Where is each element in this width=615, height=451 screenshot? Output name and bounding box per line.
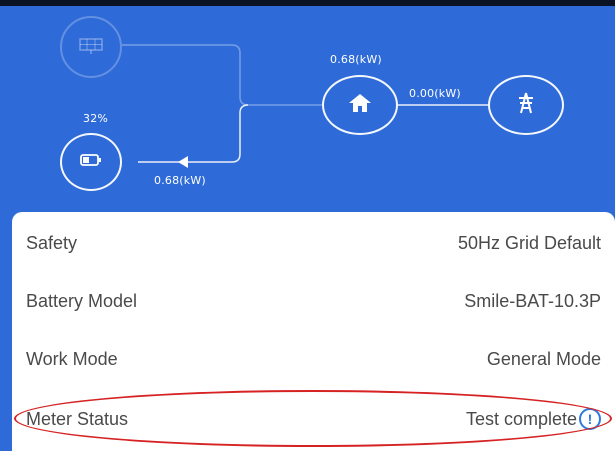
settings-row-work-mode[interactable]: Work Mode General Mode (12, 330, 615, 388)
app-screen: 32% 0.68(kW) 0.68(kW) 0.00(kW) Safety 50… (0, 0, 615, 451)
settings-row-battery-model[interactable]: Battery Model Smile-BAT-10.3P (12, 272, 615, 330)
info-icon[interactable]: ! (579, 408, 601, 430)
grid-power-label: 0.00(kW) (409, 87, 461, 100)
settings-panel: Safety 50Hz Grid Default Battery Model S… (12, 212, 615, 451)
setting-label: Meter Status (26, 408, 129, 429)
flow-arrow-icon (178, 156, 188, 168)
setting-value: 50Hz Grid Default (457, 232, 601, 253)
power-tower-icon (516, 92, 536, 119)
solar-panel-icon (78, 35, 104, 60)
solar-flow-line (122, 44, 322, 106)
battery-node[interactable] (60, 133, 122, 191)
battery-power-label: 0.68(kW) (154, 174, 206, 187)
setting-label: Battery Model (26, 290, 138, 311)
battery-icon (80, 153, 102, 171)
setting-value: Test complete (465, 408, 577, 429)
home-power-label: 0.68(kW) (330, 53, 382, 66)
setting-label: Work Mode (26, 348, 118, 369)
settings-row-safety[interactable]: Safety 50Hz Grid Default (12, 214, 615, 272)
grid-node[interactable] (488, 75, 564, 135)
setting-label: Safety (26, 232, 78, 253)
solar-node[interactable] (60, 16, 122, 78)
home-node[interactable] (322, 75, 398, 135)
battery-flow-line (138, 104, 249, 163)
settings-row-meter-status[interactable]: Meter Status Test complete ! (12, 390, 615, 448)
meter-status-value-group: Test complete ! (466, 408, 601, 430)
battery-soc-label: 32% (83, 112, 109, 125)
home-icon (347, 92, 373, 119)
setting-value: Smile-BAT-10.3P (464, 290, 601, 311)
setting-value: General Mode (486, 348, 601, 369)
